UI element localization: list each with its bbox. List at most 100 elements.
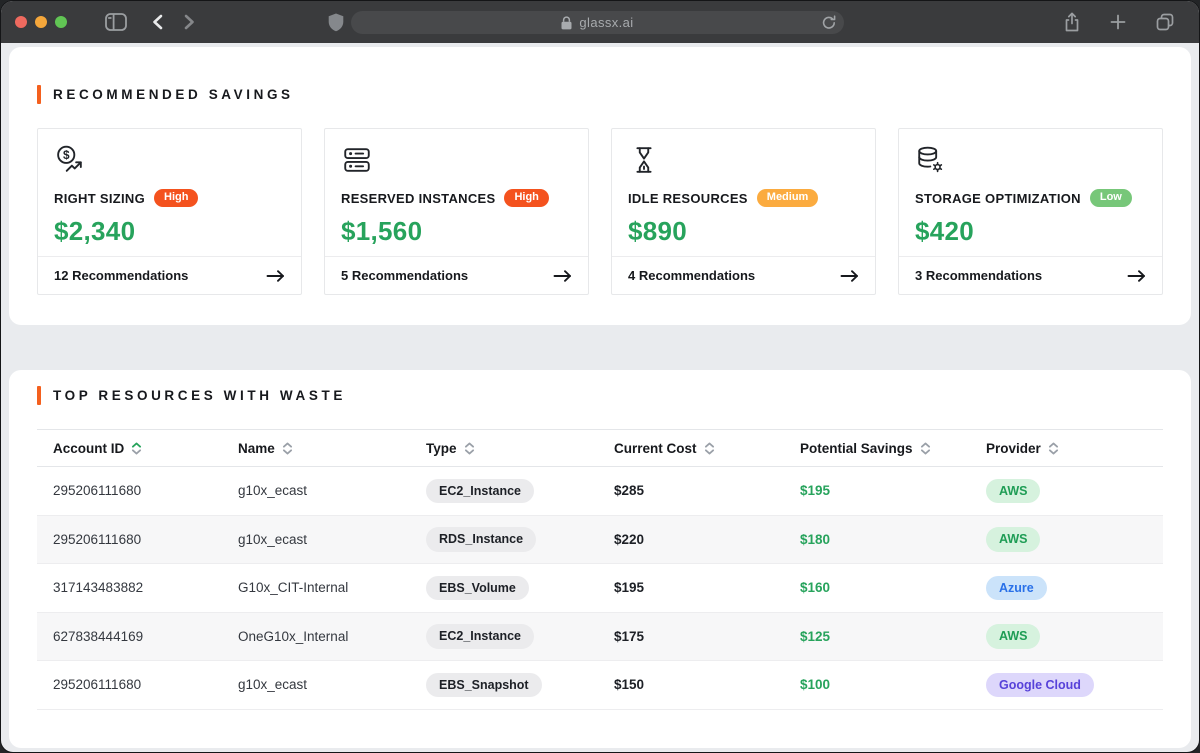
provider-badge: AWS: [986, 479, 1040, 504]
provider-cell: AWS: [970, 624, 1163, 649]
priority-badge: High: [504, 189, 548, 207]
savings-cards: $ RIGHT SIZING High $2,340 12 Recommen: [37, 128, 1163, 295]
potential-savings-cell: $180: [784, 532, 970, 547]
current-cost-cell: $195: [598, 580, 784, 595]
svg-text:$: $: [63, 149, 70, 162]
type-badge: EBS_Volume: [426, 576, 529, 601]
savings-amount: $890: [628, 216, 859, 247]
url-text: glassx.ai: [579, 15, 633, 30]
potential-savings-cell: $195: [784, 483, 970, 498]
current-cost-cell: $150: [598, 677, 784, 692]
table-row: 295206111680 g10x_ecast EC2_Instance $28…: [37, 467, 1163, 516]
browser-chrome: glassx.ai: [1, 1, 1199, 43]
priority-badge: High: [154, 189, 198, 207]
recommended-savings-panel: RECOMMENDED SAVINGS $: [9, 47, 1191, 325]
savings-amount: $2,340: [54, 216, 285, 247]
dollar-trend-icon: $: [54, 144, 285, 176]
card-title: STORAGE OPTIMIZATION: [915, 191, 1081, 206]
recommended-savings-header: RECOMMENDED SAVINGS: [37, 85, 1163, 104]
card-recommendations-link[interactable]: 3 Recommendations: [899, 256, 1162, 294]
card-title: RIGHT SIZING: [54, 191, 145, 206]
refresh-icon[interactable]: [822, 15, 836, 30]
card-title: RESERVED INSTANCES: [341, 191, 495, 206]
table-header-row: Account ID Name: [37, 430, 1163, 467]
type-cell: EBS_Volume: [410, 576, 598, 601]
table-row: 317143483882 G10x_CIT-Internal EBS_Volum…: [37, 564, 1163, 613]
card-right-sizing: $ RIGHT SIZING High $2,340 12 Recommen: [37, 128, 302, 295]
provider-badge: Google Cloud: [986, 673, 1094, 698]
traffic-lights: [15, 16, 67, 28]
provider-badge: AWS: [986, 527, 1040, 552]
potential-savings-cell: $160: [784, 580, 970, 595]
sort-icon: [1048, 442, 1059, 455]
tab-overview-icon[interactable]: [1152, 9, 1178, 35]
sort-account-id[interactable]: Account ID: [37, 430, 222, 466]
card-title: IDLE RESOURCES: [628, 191, 748, 206]
type-badge: RDS_Instance: [426, 527, 536, 552]
lock-icon: [561, 16, 572, 30]
arrow-right-icon: [1127, 270, 1146, 282]
provider-badge: AWS: [986, 624, 1040, 649]
type-cell: RDS_Instance: [410, 527, 598, 552]
waste-table-header: TOP RESOURCES WITH WASTE: [37, 386, 1163, 405]
card-recommendations-link[interactable]: 5 Recommendations: [325, 256, 588, 294]
accent-bar: [37, 386, 41, 405]
database-gear-icon: [915, 144, 1146, 176]
table-row: 295206111680 g10x_ecast EBS_Snapshot $15…: [37, 661, 1163, 710]
type-cell: EC2_Instance: [410, 624, 598, 649]
priority-badge: Low: [1090, 189, 1132, 207]
sort-icon: [920, 442, 931, 455]
sort-icon: [131, 442, 142, 455]
browser-window: glassx.ai: [0, 0, 1200, 753]
sort-provider[interactable]: Provider: [970, 430, 1163, 466]
card-recommendations-link[interactable]: 12 Recommendations: [38, 256, 301, 294]
account-id-cell: 317143483882: [37, 580, 222, 595]
sidebar-toggle-icon[interactable]: [101, 9, 131, 35]
hourglass-icon: [628, 144, 859, 176]
zoom-window-button[interactable]: [55, 16, 67, 28]
arrow-right-icon: [553, 270, 572, 282]
back-icon[interactable]: [148, 10, 167, 34]
sort-icon: [282, 442, 293, 455]
name-cell: G10x_CIT-Internal: [222, 580, 410, 595]
accent-bar: [37, 85, 41, 104]
type-cell: EBS_Snapshot: [410, 673, 598, 698]
name-cell: OneG10x_Internal: [222, 629, 410, 644]
type-cell: EC2_Instance: [410, 479, 598, 504]
sort-icon: [704, 442, 715, 455]
card-idle-resources: IDLE RESOURCES Medium $890 4 Recommendat…: [611, 128, 876, 295]
close-window-button[interactable]: [15, 16, 27, 28]
sort-type[interactable]: Type: [410, 430, 598, 466]
account-id-cell: 627838444169: [37, 629, 222, 644]
sort-icon: [464, 442, 475, 455]
account-id-cell: 295206111680: [37, 532, 222, 547]
priority-badge: Medium: [757, 189, 819, 207]
forward-icon[interactable]: [180, 10, 199, 34]
waste-table: Account ID Name: [37, 429, 1163, 710]
account-id-cell: 295206111680: [37, 483, 222, 498]
new-tab-icon[interactable]: [1106, 10, 1130, 34]
share-icon[interactable]: [1060, 8, 1084, 36]
sort-potential-savings[interactable]: Potential Savings: [784, 430, 970, 466]
provider-badge: Azure: [986, 576, 1047, 601]
arrow-right-icon: [266, 270, 285, 282]
shield-icon[interactable]: [324, 9, 348, 36]
card-recommendations-link[interactable]: 4 Recommendations: [612, 256, 875, 294]
waste-table-panel: TOP RESOURCES WITH WASTE Account ID: [9, 370, 1191, 748]
name-cell: g10x_ecast: [222, 532, 410, 547]
page-content: RECOMMENDED SAVINGS $: [1, 43, 1199, 752]
address-bar[interactable]: glassx.ai: [351, 11, 844, 34]
provider-cell: AWS: [970, 479, 1163, 504]
card-reserved-instances: RESERVED INSTANCES High $1,560 5 Recomme…: [324, 128, 589, 295]
provider-cell: Google Cloud: [970, 673, 1163, 698]
savings-amount: $1,560: [341, 216, 572, 247]
name-cell: g10x_ecast: [222, 483, 410, 498]
account-id-cell: 295206111680: [37, 677, 222, 692]
section-title: RECOMMENDED SAVINGS: [53, 87, 294, 102]
name-cell: g10x_ecast: [222, 677, 410, 692]
minimize-window-button[interactable]: [35, 16, 47, 28]
sort-name[interactable]: Name: [222, 430, 410, 466]
current-cost-cell: $220: [598, 532, 784, 547]
provider-cell: AWS: [970, 527, 1163, 552]
sort-current-cost[interactable]: Current Cost: [598, 430, 784, 466]
